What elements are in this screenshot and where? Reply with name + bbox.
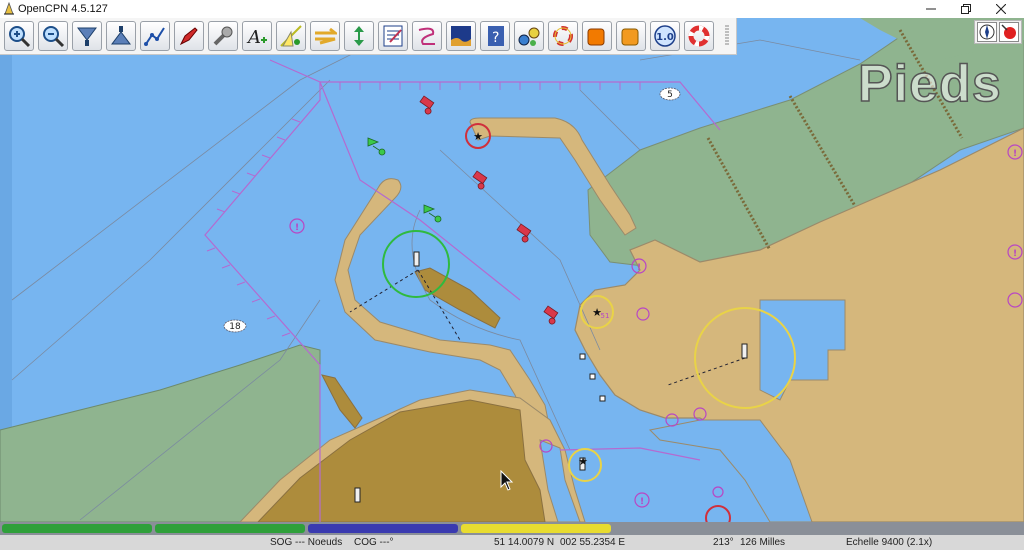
quilt-1-0-icon: 1.0 xyxy=(654,25,676,47)
mob-button[interactable] xyxy=(684,21,714,51)
lifebuoy-icon xyxy=(553,26,573,46)
bearing-readout: 213° xyxy=(713,537,734,548)
plugin-2-button[interactable] xyxy=(616,21,646,51)
toolbar-grip-icon[interactable] xyxy=(724,24,730,48)
gps-status-button[interactable] xyxy=(999,22,1019,42)
mob-lifebuoy-icon xyxy=(688,25,710,47)
status-bar: SOG --- Noeuds COG ---° 51 14.0079 N 002… xyxy=(0,535,1024,550)
ais-button[interactable] xyxy=(514,21,544,51)
plugin-1-button[interactable] xyxy=(582,21,612,51)
mouse-cursor-icon xyxy=(500,470,514,491)
title-bar: OpenCPN 4.5.127 xyxy=(0,0,1024,18)
piano-key-4[interactable] xyxy=(461,524,611,533)
color-scheme-button[interactable] xyxy=(446,21,476,51)
svg-text:!: ! xyxy=(640,497,644,507)
zoom-out-button[interactable] xyxy=(38,21,68,51)
depth-arrow-button[interactable] xyxy=(344,21,374,51)
longitude-readout: 002 55.2354 E xyxy=(560,537,626,548)
text-overlay-icon: A xyxy=(246,27,267,48)
minimize-button[interactable] xyxy=(914,0,948,18)
current-tide-icon xyxy=(280,25,302,47)
minimize-icon xyxy=(926,8,936,10)
route-manager-icon xyxy=(383,25,403,47)
svg-text:!: ! xyxy=(637,263,641,273)
tide-arrows-button[interactable] xyxy=(310,21,340,51)
app-logo-icon xyxy=(4,2,14,15)
sog-readout: SOG --- Noeuds xyxy=(270,537,343,548)
latitude-readout: 51 14.0079 N xyxy=(494,537,555,548)
zoom-in-icon xyxy=(9,26,31,48)
zoom-in-button[interactable] xyxy=(4,21,34,51)
scale-readout: Echelle 9400 (2.1x) xyxy=(846,537,933,548)
depth-arrow-icon xyxy=(354,26,364,46)
plugin-orange-1-icon xyxy=(587,28,605,46)
svg-text:!: ! xyxy=(1013,149,1017,159)
north-up-button[interactable] xyxy=(977,22,997,42)
close-button[interactable] xyxy=(984,0,1018,18)
route-button[interactable] xyxy=(140,21,170,51)
scale-up-icon xyxy=(111,26,131,45)
main-toolbar: A ? 1.0 xyxy=(0,18,737,55)
ais-icon xyxy=(518,27,540,46)
chart-orientation-tools xyxy=(974,20,1022,44)
piano-key-2[interactable] xyxy=(155,524,305,533)
restore-icon xyxy=(961,4,971,14)
plugin-orange-2-icon xyxy=(621,28,639,46)
quilt-label: 1.0 xyxy=(656,32,674,43)
follow-ship-icon xyxy=(179,27,198,46)
svg-text:?: ? xyxy=(492,30,499,46)
depth-units-watermark: Pieds xyxy=(857,54,1002,114)
piano-key-1[interactable] xyxy=(2,524,152,533)
svg-text:A: A xyxy=(246,27,261,48)
scale-down-button[interactable] xyxy=(72,21,102,51)
tide-arrows-icon xyxy=(315,27,337,45)
settings-button[interactable] xyxy=(208,21,238,51)
help-button[interactable]: ? xyxy=(480,21,510,51)
gps-status-icon xyxy=(1001,24,1016,39)
track-button[interactable] xyxy=(412,21,442,51)
track-icon xyxy=(418,27,435,45)
chart-piano-bar xyxy=(0,522,1024,535)
restore-button[interactable] xyxy=(949,0,983,18)
scale-up-button[interactable] xyxy=(106,21,136,51)
cog-readout: COG ---° xyxy=(354,537,394,548)
current-tide-button[interactable] xyxy=(276,21,306,51)
svg-text:!: ! xyxy=(295,223,299,233)
close-icon xyxy=(996,4,1006,14)
color-scheme-icon xyxy=(451,26,471,46)
scale-down-icon xyxy=(77,27,97,46)
text-overlay-button[interactable]: A xyxy=(242,21,272,51)
window-title: OpenCPN 4.5.127 xyxy=(18,3,108,15)
sounding-label-18: 18 xyxy=(229,322,241,332)
lifebuoy-button[interactable] xyxy=(548,21,578,51)
follow-ship-button[interactable] xyxy=(174,21,204,51)
piano-key-3[interactable] xyxy=(308,524,458,533)
compass-icon xyxy=(979,24,995,40)
sounding-label-51: 51 xyxy=(601,312,610,320)
svg-text:★: ★ xyxy=(473,130,483,143)
distance-readout: 126 Milles xyxy=(740,537,786,548)
svg-text:!: ! xyxy=(1013,249,1017,259)
svg-text:★: ★ xyxy=(578,455,588,468)
sounding-label-5: 5 xyxy=(667,90,673,100)
route-manager-button[interactable] xyxy=(378,21,408,51)
help-icon: ? xyxy=(488,26,504,46)
zoom-out-icon xyxy=(43,26,65,48)
route-icon xyxy=(144,27,165,46)
settings-wrench-icon xyxy=(213,26,233,46)
quilt-button[interactable]: 1.0 xyxy=(650,21,680,51)
